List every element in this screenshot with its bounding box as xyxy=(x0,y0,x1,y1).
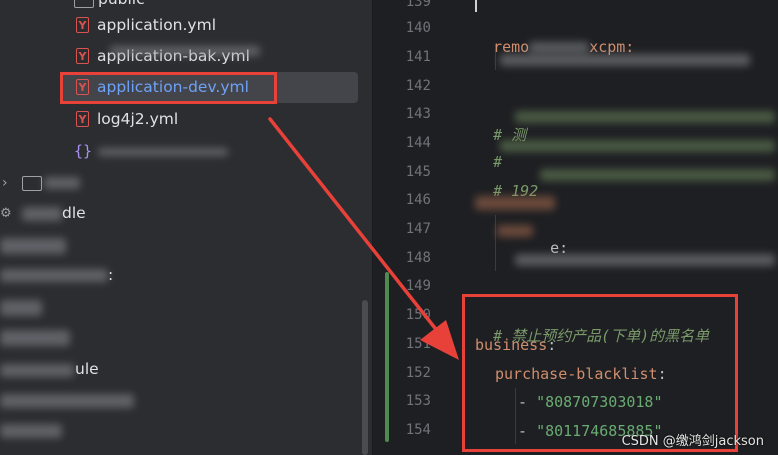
line-number: 141 xyxy=(405,49,431,65)
redaction xyxy=(529,42,590,53)
yaml-file-icon: Y xyxy=(76,111,89,127)
line-number: 143 xyxy=(405,106,431,122)
line-number: 142 xyxy=(405,78,431,94)
code-line-147: e: xyxy=(532,221,568,257)
line-number: 148 xyxy=(405,250,431,266)
redaction xyxy=(500,140,775,152)
line-number: 146 xyxy=(405,192,431,208)
code-line-145: # 192 xyxy=(475,164,538,200)
tree-item-label: dle xyxy=(62,204,86,222)
tree-item-label: application.yml xyxy=(97,16,217,34)
redaction xyxy=(110,46,260,56)
line-number: 140 xyxy=(405,20,431,36)
line-number: 153 xyxy=(405,393,431,409)
line-number: 145 xyxy=(405,164,431,180)
tree-scrollbar[interactable] xyxy=(362,300,368,455)
redaction xyxy=(22,207,62,221)
redaction xyxy=(0,300,42,316)
tree-item-label: : xyxy=(108,266,114,284)
redaction xyxy=(0,269,108,282)
project-tree: public Y application.yml Y application-b… xyxy=(0,0,372,455)
watermark: CSDN @缴鸿剑jackson xyxy=(621,434,764,449)
redaction xyxy=(0,394,134,408)
line-number: 154 xyxy=(405,422,431,438)
tree-item-label: log4j2.yml xyxy=(97,110,179,128)
highlight-box-file xyxy=(60,72,277,104)
line-number: 147 xyxy=(405,221,431,237)
redaction xyxy=(0,424,62,438)
yaml-file-icon: Y xyxy=(76,17,89,33)
text-caret xyxy=(475,0,477,12)
vcs-change-marker[interactable] xyxy=(385,272,389,442)
redaction xyxy=(98,148,228,156)
json-file-icon: {} xyxy=(74,142,93,160)
line-number: 139 xyxy=(405,0,431,10)
line-number: 150 xyxy=(405,307,431,323)
code-line-140: remo xcpm: xyxy=(475,20,634,56)
line-number: 152 xyxy=(405,365,431,381)
redaction xyxy=(0,238,66,254)
line-number: 144 xyxy=(405,135,431,151)
module-icon: ⚙ xyxy=(0,206,12,221)
redaction xyxy=(497,225,533,237)
redaction xyxy=(500,54,750,66)
redaction xyxy=(44,177,80,189)
redaction xyxy=(515,111,775,123)
tree-item-label: ule xyxy=(75,360,99,378)
yaml-file-icon: Y xyxy=(76,48,89,64)
indent-guide xyxy=(495,215,496,271)
redaction xyxy=(0,364,74,377)
chevron-right-icon: › xyxy=(2,175,8,191)
redaction xyxy=(0,330,70,346)
folder-icon xyxy=(74,0,94,8)
redaction xyxy=(475,196,555,210)
folder-icon xyxy=(22,176,42,191)
redaction xyxy=(515,254,775,266)
line-number: 149 xyxy=(405,278,431,294)
highlight-box-code xyxy=(462,294,738,452)
redaction xyxy=(540,169,775,181)
line-number: 151 xyxy=(405,336,431,352)
